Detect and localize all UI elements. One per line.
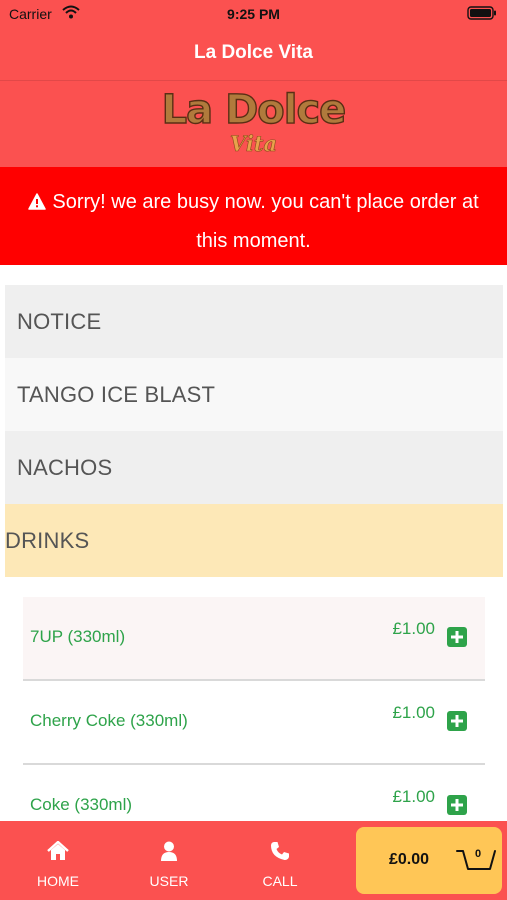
item-price: £1.00 bbox=[392, 787, 435, 806]
category-tango-ice-blast[interactable]: TANGO ICE BLAST bbox=[5, 358, 503, 431]
tab-home[interactable]: HOME bbox=[18, 821, 98, 900]
status-bar: Carrier 9:25 PM bbox=[0, 0, 507, 28]
tab-user[interactable]: USER bbox=[129, 821, 209, 900]
busy-alert: Sorry! we are busy now. you can't place … bbox=[0, 167, 507, 265]
add-item-button[interactable] bbox=[447, 627, 467, 647]
list-item: 7UP (330ml) £1.00 bbox=[23, 597, 485, 681]
cart-button[interactable]: £0.00 0 bbox=[356, 827, 502, 894]
plus-square-icon bbox=[447, 795, 467, 815]
battery-icon bbox=[467, 6, 497, 25]
nav-bar: La Dolce Vita bbox=[0, 28, 507, 81]
add-item-button[interactable] bbox=[447, 711, 467, 731]
phone-icon bbox=[240, 841, 320, 863]
warning-icon bbox=[28, 186, 47, 223]
tab-user-label: USER bbox=[149, 873, 189, 889]
item-price: £1.00 bbox=[392, 619, 435, 638]
logo-sub-text: Vita bbox=[229, 131, 278, 157]
cart-count: 0 bbox=[474, 848, 482, 860]
item-price: £1.00 bbox=[392, 703, 435, 722]
plus-square-icon bbox=[447, 711, 467, 731]
item-name: Cherry Coke (330ml) bbox=[30, 711, 188, 730]
list-item: Cherry Coke (330ml) £1.00 bbox=[23, 681, 485, 765]
category-label: NOTICE bbox=[17, 309, 102, 334]
tab-call-label: CALL bbox=[262, 873, 298, 889]
category-label: NACHOS bbox=[17, 455, 113, 480]
category-nachos[interactable]: NACHOS bbox=[5, 431, 503, 504]
user-icon bbox=[129, 841, 209, 863]
cart-total: £0.00 bbox=[388, 851, 430, 868]
add-item-button[interactable] bbox=[447, 795, 467, 815]
clock: 9:25 PM bbox=[227, 6, 280, 22]
tab-call[interactable]: CALL bbox=[240, 821, 320, 900]
alert-message: Sorry! we are busy now. you can't place … bbox=[52, 191, 479, 252]
page-title: La Dolce Vita bbox=[194, 42, 313, 63]
category-label: DRINKS bbox=[5, 528, 90, 553]
logo: La Dolce Vita bbox=[0, 81, 507, 167]
tab-home-label: HOME bbox=[37, 873, 79, 889]
category-drinks[interactable]: DRINKS bbox=[5, 504, 503, 577]
category-notice[interactable]: NOTICE bbox=[5, 285, 503, 358]
category-label: TANGO ICE BLAST bbox=[17, 382, 216, 407]
logo-main-text: La Dolce bbox=[161, 86, 347, 133]
item-name: 7UP (330ml) bbox=[30, 627, 126, 646]
item-name: Coke (330ml) bbox=[30, 795, 133, 814]
item-list: 7UP (330ml) £1.00 Cherry Coke (330ml) £1… bbox=[23, 597, 485, 849]
category-list: NOTICE TANGO ICE BLAST NACHOS DRINKS bbox=[5, 285, 503, 577]
plus-square-icon bbox=[447, 627, 467, 647]
home-icon bbox=[18, 840, 98, 863]
bottom-tab-bar: HOME USER CALL £0.00 0 bbox=[0, 821, 507, 900]
